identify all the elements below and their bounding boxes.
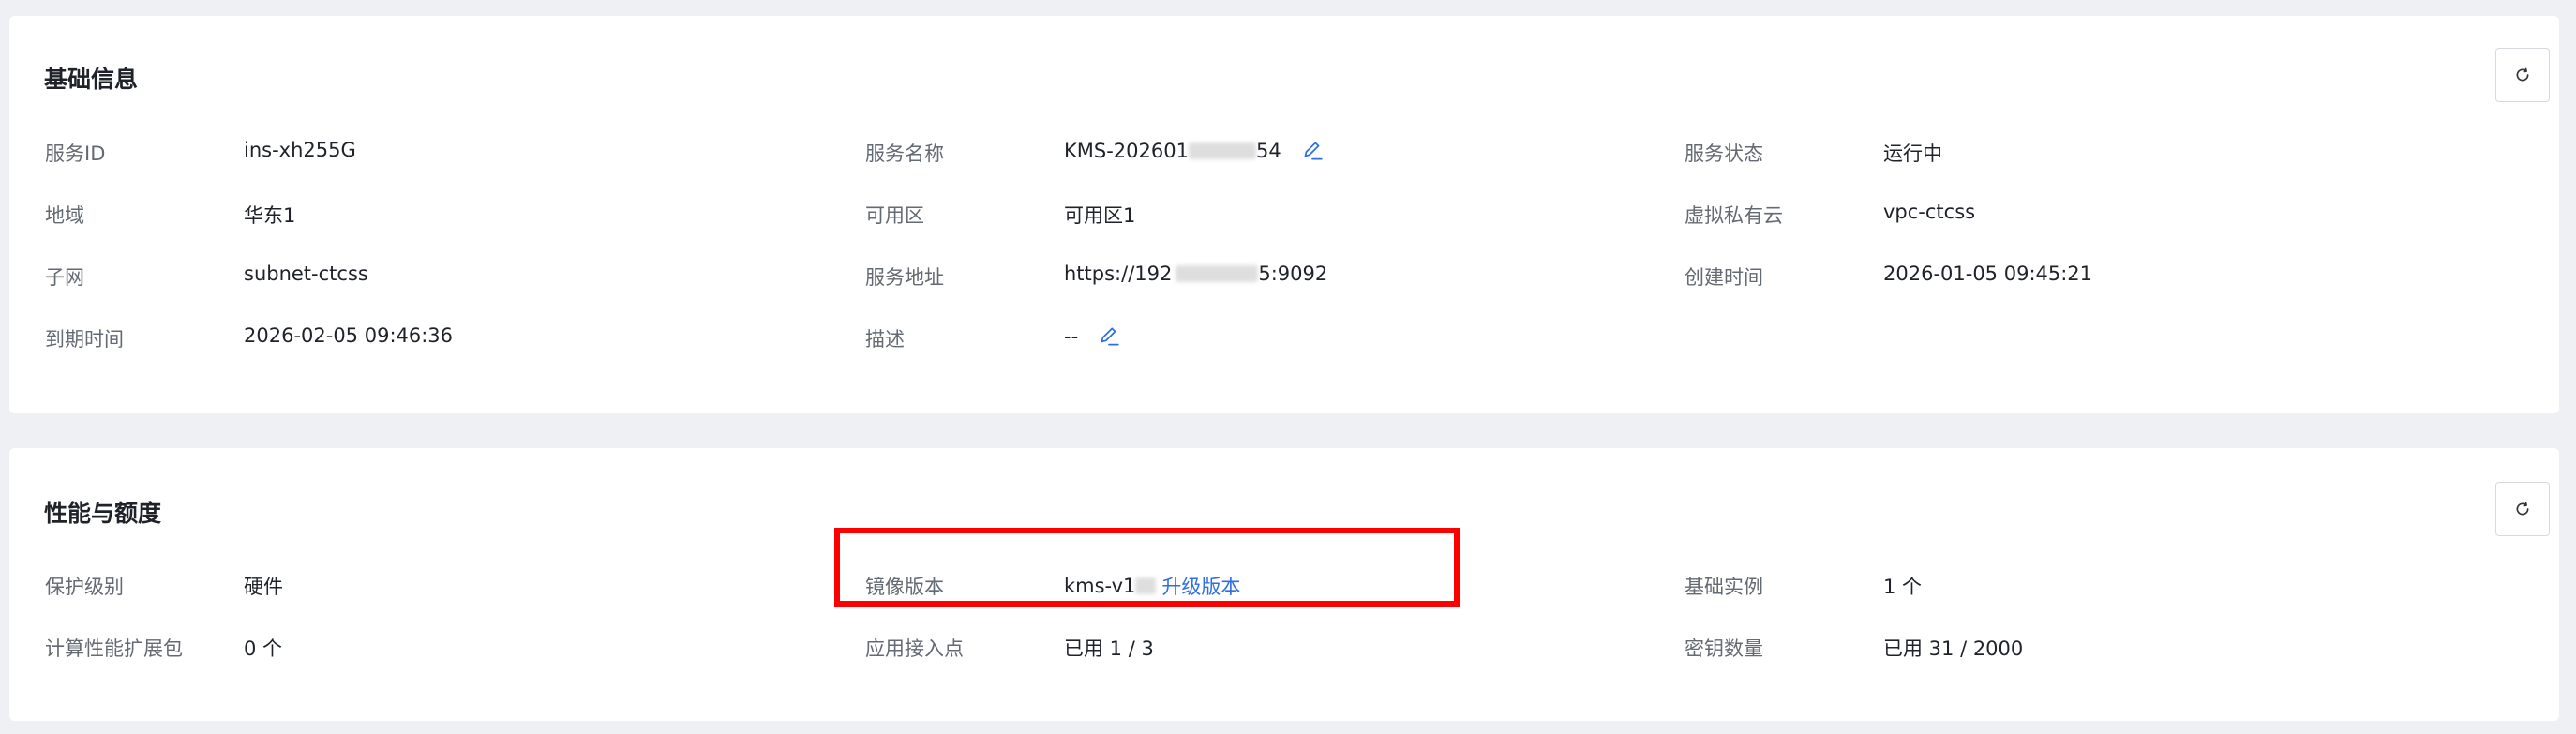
- desc-value: --: [1064, 324, 1121, 349]
- expire-value: 2026-02-05 09:46:36: [244, 324, 454, 347]
- perf-quota-card: 性能与额度 保护级别 硬件 镜像版本 kms-v1 升级版本 基础实例 1 个 …: [9, 448, 2559, 721]
- refresh-icon: [2516, 502, 2529, 516]
- redacted-mask: [1176, 265, 1259, 282]
- base-instance-label: 基础实例: [1685, 576, 1763, 598]
- service-status-value: 运行中: [1883, 142, 1942, 165]
- region-value: 华东1: [244, 204, 296, 227]
- compute-pack-label: 计算性能扩展包: [45, 637, 183, 660]
- service-status-label: 服务状态: [1685, 142, 1763, 165]
- base-instance-value: 1 个: [1883, 576, 1923, 598]
- service-id-label: 服务ID: [45, 142, 106, 165]
- vpc-label: 虚拟私有云: [1685, 204, 1783, 227]
- protect-level-value: 硬件: [244, 576, 283, 598]
- edit-service-name-icon[interactable]: [1300, 139, 1325, 163]
- upgrade-version-link[interactable]: 升级版本: [1161, 572, 1240, 600]
- endpoint-label: 应用接入点: [865, 637, 964, 660]
- endpoint-value: 已用 1 / 3: [1064, 637, 1154, 660]
- service-name-prefix: KMS-202601: [1064, 140, 1189, 162]
- protect-level-label: 保护级别: [45, 576, 124, 598]
- basic-refresh-button[interactable]: [2495, 48, 2550, 102]
- service-id-value: ins-xh255G: [244, 139, 356, 161]
- image-version-text: kms-v1: [1064, 575, 1136, 597]
- subnet-value: subnet-ctcss: [244, 262, 368, 285]
- address-prefix: https://192: [1064, 262, 1173, 285]
- zone-value: 可用区1: [1064, 204, 1136, 227]
- basic-info-card: 基础信息 服务ID ins-xh255G 服务名称 KMS-202601 54 …: [9, 16, 2559, 413]
- image-version-label: 镜像版本: [865, 576, 944, 598]
- image-version-value: kms-v1 升级版本: [1064, 572, 1240, 600]
- redacted-mask: [1135, 577, 1157, 594]
- perf-quota-title: 性能与额度: [44, 500, 162, 527]
- key-count-label: 密钥数量: [1685, 637, 1763, 660]
- perf-refresh-button[interactable]: [2495, 482, 2550, 536]
- service-name-suffix: 54: [1255, 140, 1281, 162]
- address-label: 服务地址: [865, 266, 944, 289]
- service-name-value: KMS-202601 54: [1064, 139, 1325, 163]
- desc-text: --: [1064, 325, 1079, 348]
- edit-desc-icon[interactable]: [1097, 324, 1121, 349]
- created-value: 2026-01-05 09:45:21: [1883, 262, 2093, 285]
- desc-label: 描述: [865, 328, 905, 351]
- region-label: 地域: [45, 204, 84, 227]
- compute-pack-value: 0 个: [244, 637, 283, 660]
- address-suffix: 5:9092: [1258, 262, 1328, 285]
- zone-label: 可用区: [865, 204, 924, 227]
- subnet-label: 子网: [45, 266, 84, 289]
- redacted-mask: [1188, 142, 1256, 159]
- basic-info-title: 基础信息: [44, 66, 139, 93]
- expire-label: 到期时间: [45, 328, 124, 351]
- created-label: 创建时间: [1685, 266, 1763, 289]
- service-name-label: 服务名称: [865, 142, 944, 165]
- address-value: https://192 5:9092: [1064, 262, 1327, 285]
- key-count-value: 已用 31 / 2000: [1883, 637, 2024, 660]
- vpc-value: vpc-ctcss: [1883, 201, 1976, 223]
- refresh-icon: [2516, 67, 2529, 82]
